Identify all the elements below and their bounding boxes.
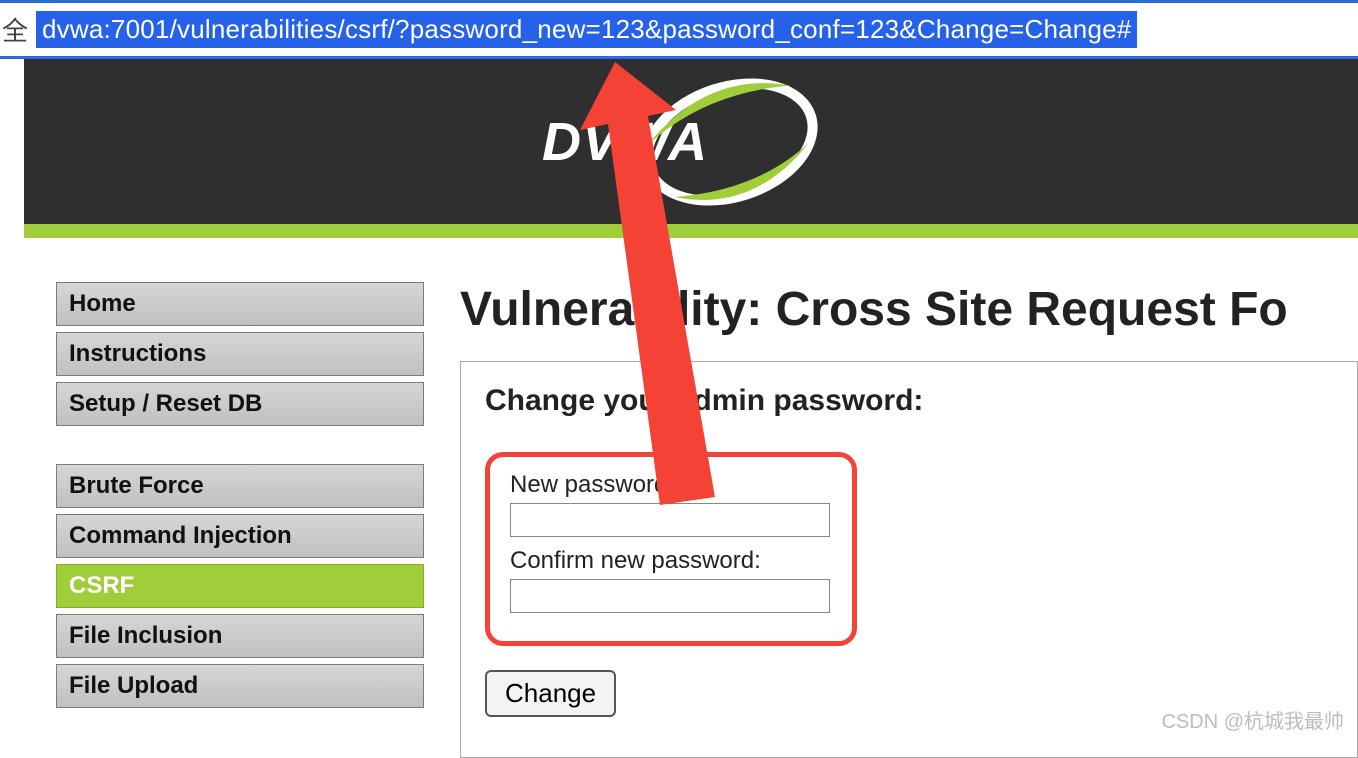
app-header: DVWA xyxy=(24,59,1358,224)
new-password-label: New password: xyxy=(510,471,832,499)
form-heading: Change your admin password: xyxy=(485,384,1333,418)
sidebar-item-brute-force[interactable]: Brute Force xyxy=(56,464,424,508)
change-button[interactable]: Change xyxy=(485,670,616,717)
sidebar-item-label: Home xyxy=(69,290,136,318)
accent-divider xyxy=(24,224,1358,238)
sidebar-item-file-inclusion[interactable]: File Inclusion xyxy=(56,614,424,658)
sidebar-group-1: Home Instructions Setup / Reset DB xyxy=(56,282,424,426)
sidebar-item-file-upload[interactable]: File Upload xyxy=(56,664,424,708)
sidebar-item-label: Instructions xyxy=(69,340,206,368)
sidebar: Home Instructions Setup / Reset DB Brute… xyxy=(24,282,424,758)
page-title: Vulnerability: Cross Site Request Fo xyxy=(460,282,1358,337)
dvwa-logo: DVWA xyxy=(542,82,840,202)
address-bar-prefix: 全 xyxy=(0,11,36,48)
sidebar-item-label: File Inclusion xyxy=(69,622,222,650)
sidebar-item-label: File Upload xyxy=(69,672,198,700)
confirm-password-label: Confirm new password: xyxy=(510,547,832,575)
sidebar-group-2: Brute Force Command Injection CSRF File … xyxy=(56,464,424,708)
form-panel: Change your admin password: New password… xyxy=(460,361,1358,758)
address-bar-url[interactable]: dvwa:7001/vulnerabilities/csrf/?password… xyxy=(36,11,1137,48)
address-bar: 全 dvwa:7001/vulnerabilities/csrf/?passwo… xyxy=(0,0,1358,59)
main-content: Vulnerability: Cross Site Request Fo Cha… xyxy=(424,282,1358,758)
watermark: CSDN @杭城我最帅 xyxy=(1161,705,1344,734)
confirm-password-input[interactable] xyxy=(510,579,830,613)
sidebar-item-setup[interactable]: Setup / Reset DB xyxy=(56,382,424,426)
sidebar-item-command-injection[interactable]: Command Injection xyxy=(56,514,424,558)
sidebar-item-label: Brute Force xyxy=(69,472,204,500)
sidebar-item-home[interactable]: Home xyxy=(56,282,424,326)
sidebar-item-label: Command Injection xyxy=(69,522,292,550)
sidebar-item-csrf[interactable]: CSRF xyxy=(56,564,424,608)
logo-swoosh-icon xyxy=(690,82,840,202)
new-password-input[interactable] xyxy=(510,503,830,537)
sidebar-item-label: Setup / Reset DB xyxy=(69,390,262,418)
sidebar-item-instructions[interactable]: Instructions xyxy=(56,332,424,376)
password-form-highlight: New password: Confirm new password: xyxy=(485,452,857,646)
sidebar-item-label: CSRF xyxy=(69,572,134,600)
